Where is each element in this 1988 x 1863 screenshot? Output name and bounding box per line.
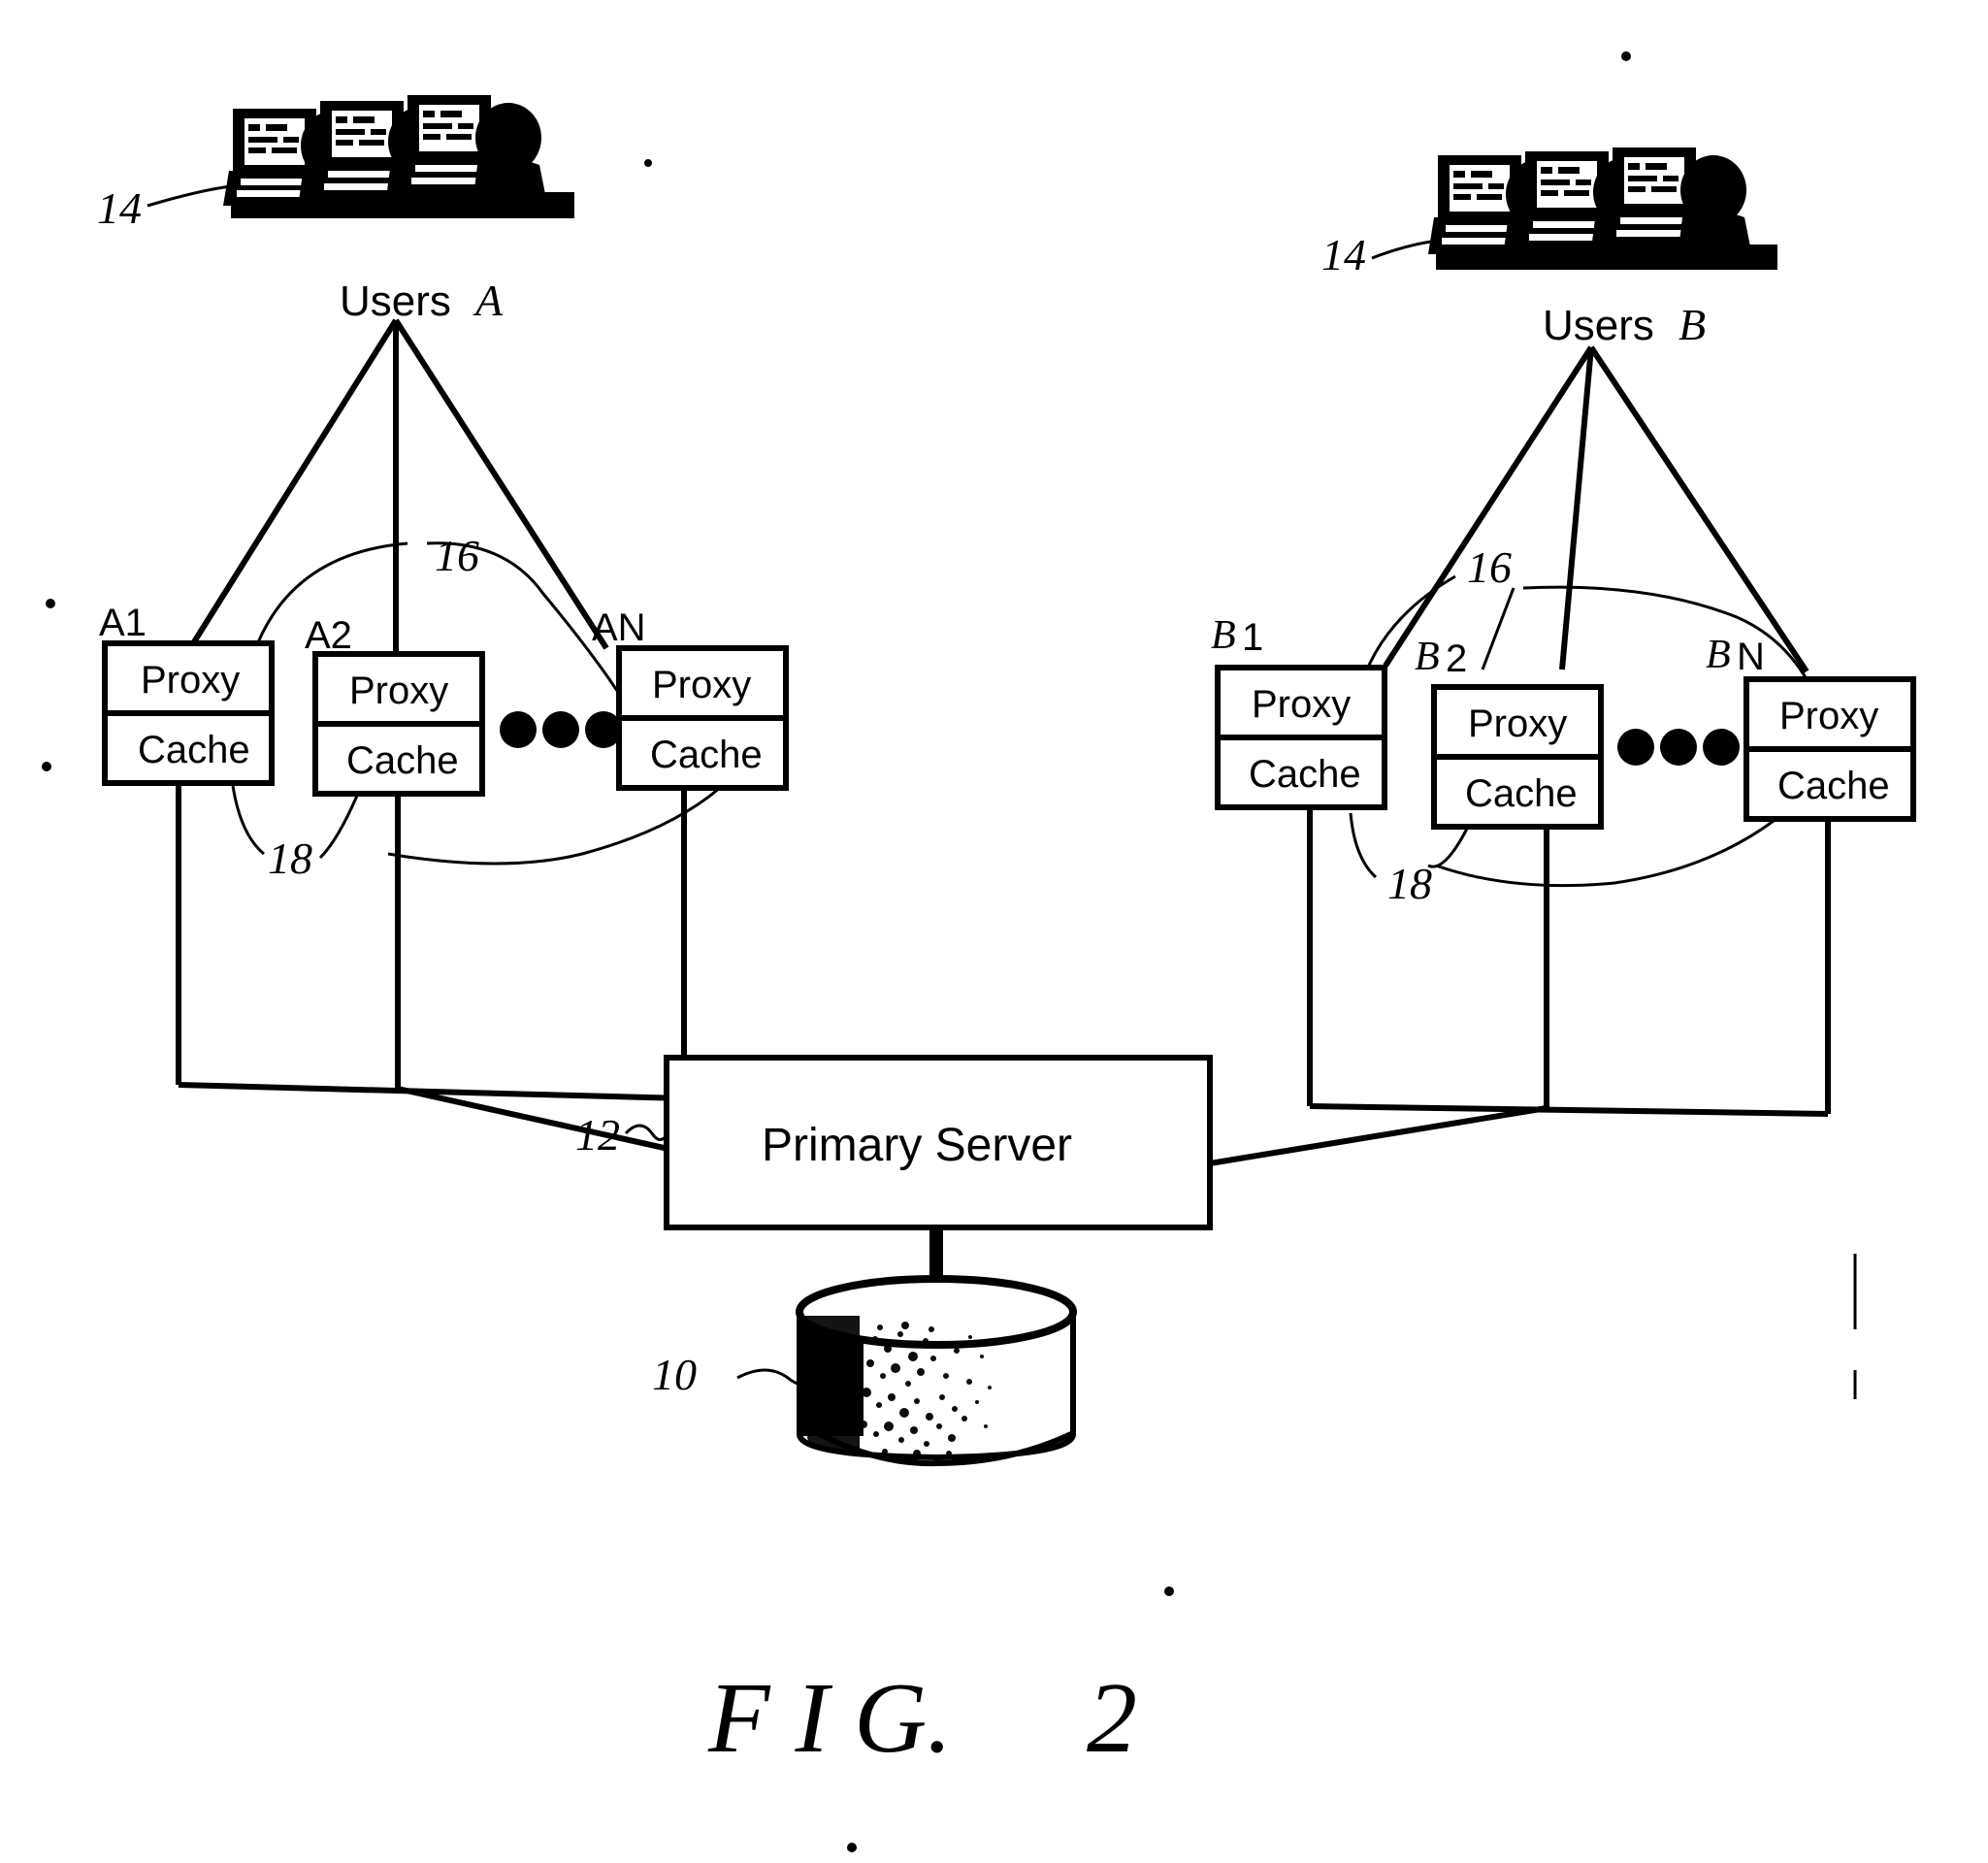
- ref-numeral-10: 10: [652, 1350, 814, 1399]
- figure-caption-fig: F I G.: [707, 1662, 952, 1774]
- ref-16-a-text: 16: [435, 531, 479, 580]
- fanout-lines-a: [187, 318, 609, 652]
- patent-figure-page: 14 Users A 16 A1 A2 AN Proxy Cache Proxy…: [0, 0, 1988, 1863]
- fanout-lines-b: [1383, 345, 1809, 673]
- node-tag-a1: A1: [99, 602, 147, 644]
- ref-18-a-text: 18: [268, 833, 312, 883]
- node-tag-an: AN: [592, 606, 646, 649]
- cache-label-bn: Cache: [1777, 765, 1890, 807]
- users-b-label: Users: [1543, 302, 1654, 349]
- proxy-label-bn: Proxy: [1779, 695, 1878, 737]
- database-cylinder[interactable]: [796, 1275, 1077, 1467]
- users-cluster-icon-a: [223, 95, 574, 218]
- ellipsis-a: [500, 711, 622, 748]
- proxy-label-a1: Proxy: [141, 659, 240, 702]
- figure-2-diagram: 14 Users A 16 A1 A2 AN Proxy Cache Proxy…: [42, 51, 1916, 1852]
- cache-label-b1: Cache: [1249, 753, 1361, 796]
- cache-label-a1: Cache: [138, 729, 250, 771]
- proxy-cache-node-b2[interactable]: Proxy Cache: [1431, 684, 1604, 830]
- node-tag-b2-letter: B: [1415, 635, 1440, 679]
- primary-server-node[interactable]: Primary Server: [664, 1055, 1213, 1230]
- ref-numeral-12: 12: [575, 1110, 668, 1160]
- ref-numeral-14-a: 14: [97, 183, 232, 233]
- node-tag-b2-number: 2: [1446, 637, 1467, 680]
- proxy-cache-node-a2[interactable]: Proxy Cache: [312, 651, 485, 797]
- users-cluster-icon-b: [1428, 147, 1777, 270]
- node-tag-b1-letter: B: [1211, 613, 1236, 658]
- cache-label-b2: Cache: [1465, 772, 1578, 815]
- node-tag-bn-number: N: [1737, 636, 1765, 678]
- proxy-label-b1: Proxy: [1252, 683, 1351, 726]
- ref-14-a-text: 14: [97, 183, 142, 233]
- ref-12-text: 12: [575, 1110, 620, 1160]
- proxy-cache-node-an[interactable]: Proxy Cache: [616, 645, 789, 791]
- proxy-cache-node-a1[interactable]: Proxy Cache: [102, 640, 275, 786]
- cache-label-a2: Cache: [346, 739, 459, 782]
- figure-caption-number: 2: [1087, 1662, 1137, 1774]
- ref-18-b-text: 18: [1387, 859, 1432, 908]
- ref-16-b-text: 16: [1467, 542, 1512, 592]
- users-a-label: Users: [340, 278, 451, 325]
- ref-10-text: 10: [652, 1350, 697, 1399]
- users-a-letter: A: [473, 276, 504, 325]
- cache-label-an: Cache: [650, 734, 763, 776]
- users-b-letter: B: [1678, 300, 1706, 349]
- figure-caption: F I G. 2: [707, 1662, 1137, 1774]
- node-tag-bn-letter: B: [1706, 633, 1731, 677]
- ref-14-b-text: 14: [1321, 230, 1366, 279]
- proxy-label-an: Proxy: [652, 664, 751, 706]
- ellipsis-b: [1617, 729, 1740, 766]
- ref-numeral-18-a: 18: [231, 785, 721, 883]
- proxy-cache-node-bn[interactable]: Proxy Cache: [1744, 676, 1916, 822]
- ref-numeral-14-b: 14: [1321, 230, 1439, 279]
- proxy-label-b2: Proxy: [1468, 703, 1567, 745]
- primary-server-label: Primary Server: [762, 1120, 1072, 1171]
- proxy-cache-node-b1[interactable]: Proxy Cache: [1215, 665, 1387, 810]
- node-tag-a2: A2: [305, 614, 352, 657]
- proxy-label-a2: Proxy: [349, 670, 448, 712]
- node-tag-b1-number: 1: [1242, 616, 1263, 659]
